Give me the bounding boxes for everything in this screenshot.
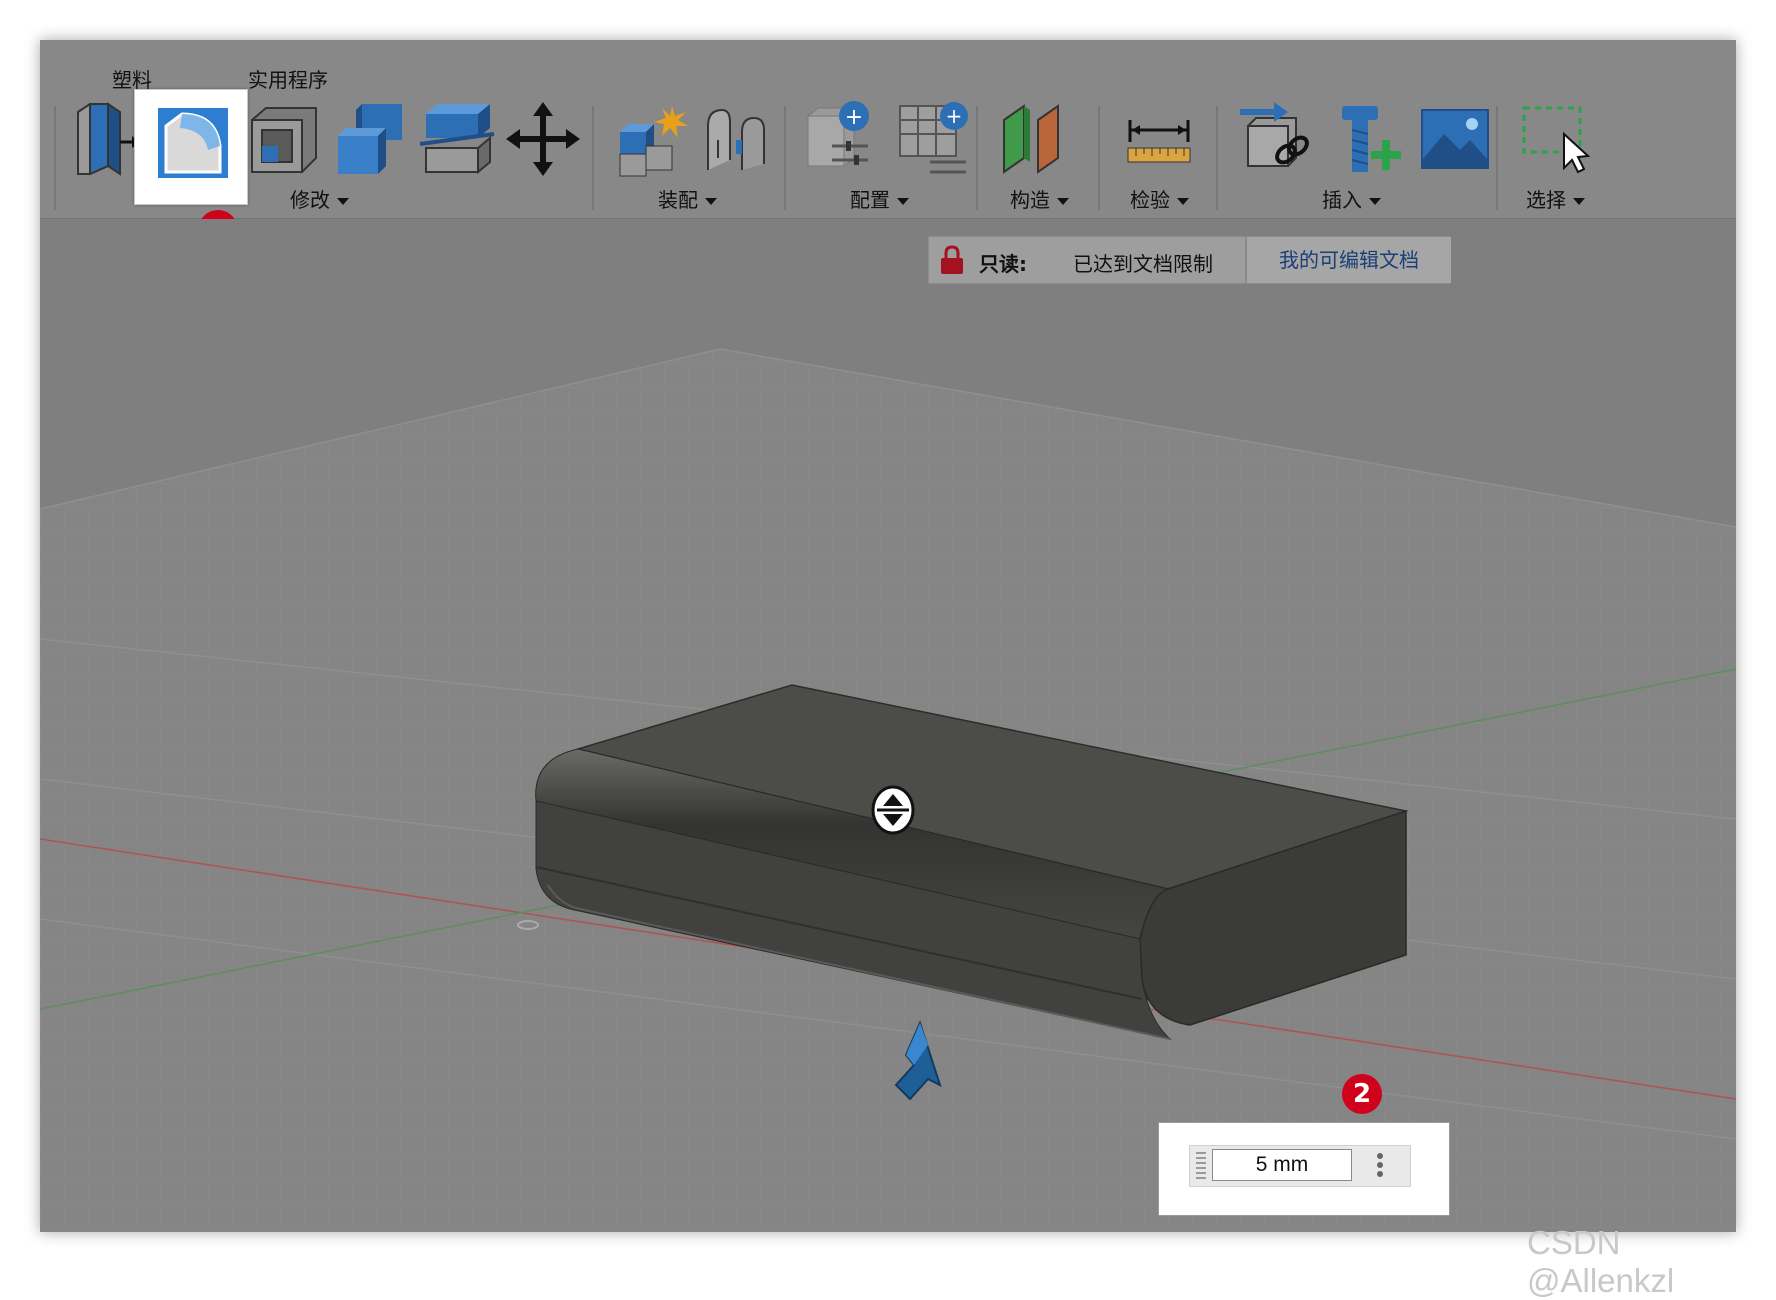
construct-menu[interactable]: 构造 xyxy=(1010,184,1069,213)
insert-derive-icon[interactable] xyxy=(1238,100,1316,178)
watermark: CSDN @Allenkzl xyxy=(1527,1224,1675,1299)
configure-menu[interactable]: 配置 xyxy=(850,184,909,213)
insert-canvas-icon[interactable] xyxy=(1416,100,1494,178)
3d-viewport[interactable] xyxy=(40,219,1736,1232)
fillet-button[interactable] xyxy=(134,89,248,205)
ribbon-toolbar: 塑料 实用程序 修改 装配 + + 配置 构造 检验 插入 选择 xyxy=(40,40,1736,219)
readonly-label: 只读: xyxy=(979,252,1027,276)
readonly-message: 已达到文档限制 xyxy=(1073,252,1213,276)
joint-icon[interactable] xyxy=(696,100,774,178)
ribbon-separator xyxy=(54,106,56,210)
new-component-icon[interactable] xyxy=(614,102,692,180)
assemble-menu[interactable]: 装配 xyxy=(658,184,717,213)
select-window-icon[interactable] xyxy=(1518,100,1596,178)
more-options-icon[interactable] xyxy=(1370,1150,1390,1182)
ribbon-separator xyxy=(976,106,978,210)
ribbon-separator xyxy=(1496,106,1498,210)
fillet-manipulator-handle[interactable] xyxy=(871,785,915,835)
svg-text:+: + xyxy=(845,105,863,130)
measure-icon[interactable] xyxy=(1120,100,1198,178)
fusion-window: 塑料 实用程序 修改 装配 + + 配置 构造 检验 插入 选择 只读: 已达到… xyxy=(40,40,1736,1232)
dimension-input-wrapper xyxy=(1189,1145,1411,1187)
tab-utilities[interactable]: 实用程序 xyxy=(248,64,328,93)
ribbon-separator xyxy=(1098,106,1100,210)
ribbon-separator xyxy=(592,106,594,210)
change-parameters-icon[interactable]: + xyxy=(802,100,880,178)
readonly-notice: 只读: 已达到文档限制 我的可编辑文档 xyxy=(928,236,1451,284)
configure-table-icon[interactable]: + xyxy=(896,100,974,178)
ribbon-separator xyxy=(784,106,786,210)
offset-plane-icon[interactable] xyxy=(996,100,1074,178)
combine-icon[interactable] xyxy=(332,100,410,178)
move-icon[interactable] xyxy=(504,100,582,178)
modify-menu[interactable]: 修改 xyxy=(290,184,349,213)
dimension-input-box xyxy=(1158,1122,1450,1216)
step-marker-2: 2 xyxy=(1342,1074,1382,1114)
drag-grip-handle[interactable] xyxy=(1196,1152,1206,1180)
ribbon-separator xyxy=(1216,106,1218,210)
lock-icon xyxy=(941,245,963,274)
inspect-menu[interactable]: 检验 xyxy=(1130,184,1189,213)
my-editable-documents-link[interactable]: 我的可编辑文档 xyxy=(1245,237,1451,283)
fillet-icon xyxy=(158,108,228,178)
fillet-radius-input[interactable] xyxy=(1212,1149,1352,1181)
insert-menu[interactable]: 插入 xyxy=(1322,184,1381,213)
select-menu[interactable]: 选择 xyxy=(1526,184,1585,213)
shell-icon[interactable] xyxy=(246,102,324,180)
svg-text:+: + xyxy=(946,104,963,128)
split-body-icon[interactable] xyxy=(418,100,496,178)
insert-mcmaster-icon[interactable] xyxy=(1330,100,1408,178)
